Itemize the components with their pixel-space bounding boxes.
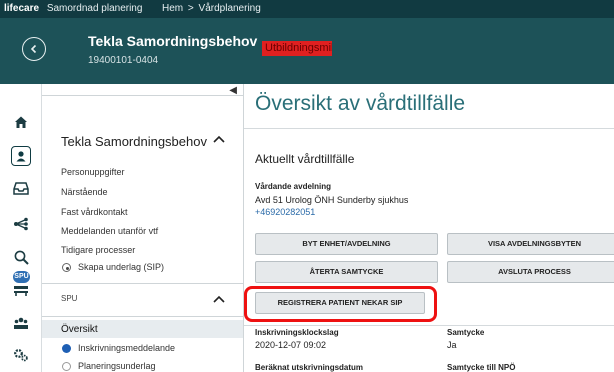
home-icon[interactable]: [0, 115, 42, 129]
sidebar-divider: [42, 95, 243, 96]
patient-header: Tekla Samordningsbehov ⌄ 19400101-0404 U…: [0, 18, 614, 84]
sidebar-item-oversikt-label: Översikt: [61, 324, 98, 335]
status-dot-icon: [62, 362, 71, 371]
environment-badge: Utbildningsmiljö: [262, 41, 332, 56]
register-patient-refuses-sip-button[interactable]: REGISTRERA PATIENT NEKAR SIP: [255, 292, 425, 314]
chevron-up-icon[interactable]: [213, 290, 225, 308]
transport-icon[interactable]: [0, 285, 42, 297]
admission-time-label: Inskrivningsklockslag: [255, 328, 339, 337]
chevron-up-icon[interactable]: [213, 130, 225, 148]
team-icon[interactable]: [0, 316, 42, 330]
module-name[interactable]: Samordnad planering: [47, 3, 143, 14]
sidebar-item-inskrivningsmeddelande-label: Inskrivningsmeddelande: [78, 343, 176, 353]
patient-sidebar: ◀ Tekla Samordningsbehov Personuppgifter…: [42, 84, 244, 372]
revoke-consent-button[interactable]: ÅTERTA SAMTYCKE: [255, 261, 438, 283]
sidebar-item-tidigare-processer[interactable]: Tidigare processer: [61, 245, 135, 255]
patient-id: 19400101-0404: [88, 55, 159, 66]
patient-name[interactable]: Tekla Samordningsbehov ⌄: [88, 33, 280, 49]
sidebar-item-narstaende[interactable]: Närstående: [61, 187, 108, 197]
consent-value: Ja: [447, 340, 457, 350]
top-bar: lifecare Samordnad planering Hem > Vårdp…: [0, 0, 614, 18]
consent-label: Samtycke: [447, 328, 485, 337]
status-dot-icon: [62, 344, 71, 353]
ward-label: Vårdande avdelning: [255, 182, 332, 191]
sidebar-divider: [42, 283, 243, 284]
back-button[interactable]: [22, 37, 46, 61]
sidebar-item-fast-vardkontakt[interactable]: Fast vårdkontakt: [61, 207, 128, 217]
inbox-icon[interactable]: [0, 181, 42, 195]
npo-consent-label: Samtycke till NPÖ: [447, 363, 516, 372]
title-divider: [244, 128, 614, 129]
ward-value: Avd 51 Urolog ÖNH Sunderby sjukhus: [255, 195, 409, 205]
sidebar-item-meddelanden[interactable]: Meddelanden utanför vtf: [61, 226, 158, 236]
patient-name-text: Tekla Samordningsbehov: [88, 33, 258, 49]
section-divider: [244, 325, 614, 326]
sidebar-item-sip-label: Skapa underlag (SIP): [78, 262, 165, 272]
change-unit-button[interactable]: BYT ENHET/AVDELNING: [255, 233, 438, 255]
show-unit-changes-button[interactable]: VISA AVDELNINGSBYTEN: [447, 233, 614, 255]
end-process-button[interactable]: AVSLUTA PROCESS: [447, 261, 614, 283]
sidebar-item-planeringsunderlag-label: Planeringsunderlag: [78, 361, 156, 371]
discharge-date-label: Beräknat utskrivningsdatum: [255, 363, 364, 372]
settings-icon[interactable]: [0, 348, 42, 362]
sidebar-title: Tekla Samordningsbehov: [61, 134, 207, 149]
breadcrumb-current: Vårdplanering: [198, 3, 261, 14]
spu-badge[interactable]: SPU: [13, 271, 30, 283]
breadcrumb-separator: >: [187, 3, 194, 14]
main-content: Översikt av vårdtillfälle Aktuellt vårdt…: [244, 84, 614, 372]
sidebar-divider: [42, 316, 243, 317]
sidebar-item-personuppgifter[interactable]: Personuppgifter: [61, 167, 125, 177]
chevron-left-icon: [30, 44, 37, 54]
patient-icon[interactable]: [11, 146, 31, 166]
brand-logo: lifecare: [4, 3, 40, 14]
page-title: Översikt av vårdtillfälle: [255, 92, 466, 115]
plus-circle-icon: [62, 263, 71, 272]
section-title: Aktuellt vårdtillfälle: [255, 152, 355, 166]
search-icon[interactable]: [0, 250, 42, 265]
breadcrumb-home[interactable]: Hem: [162, 3, 183, 14]
share-network-icon[interactable]: [0, 217, 42, 231]
sidebar-section-spu: SPU: [61, 294, 78, 303]
icon-rail: SPU: [0, 84, 42, 372]
ward-phone-link[interactable]: +46920282051: [255, 207, 315, 217]
admission-time-value: 2020-12-07 09:02: [255, 340, 327, 350]
